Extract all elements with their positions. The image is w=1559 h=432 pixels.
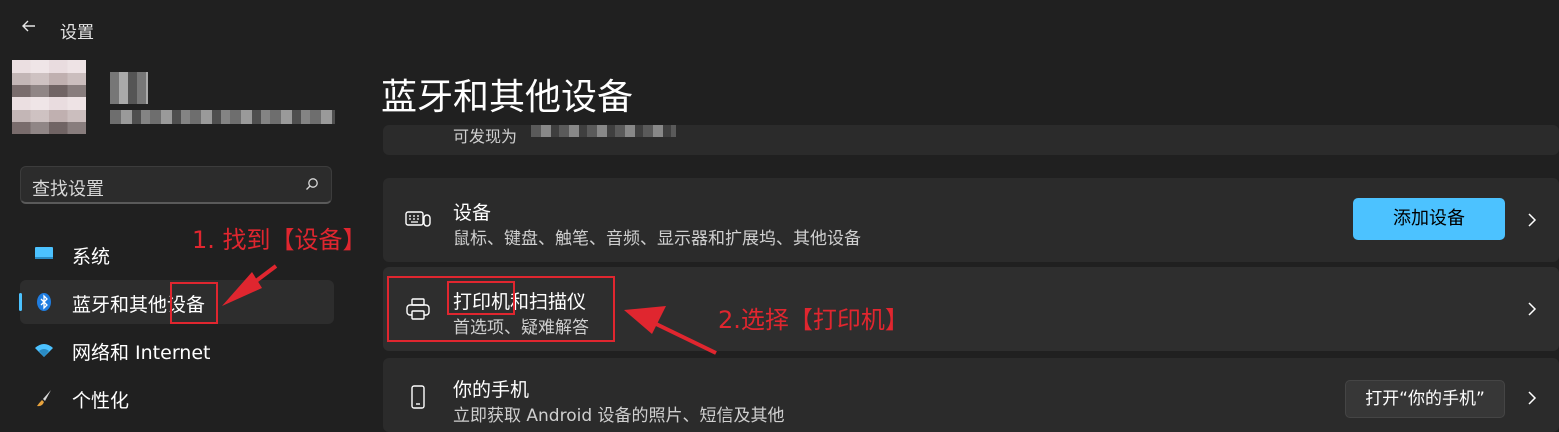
sidebar-item-network[interactable]: 网络和 Internet (20, 328, 334, 372)
phone-desc: 立即获取 Android 设备的照片、短信及其他 (453, 406, 785, 426)
open-your-phone-button[interactable]: 打开“你的手机” (1345, 380, 1505, 418)
discoverable-label: 可发现为 (453, 127, 518, 146)
back-arrow-icon (22, 20, 35, 32)
keyboard-mouse-icon (405, 211, 431, 227)
sidebar-item-personalization[interactable]: 个性化 (20, 376, 334, 420)
user-name-blurred (110, 72, 148, 104)
phone-icon (411, 385, 425, 409)
avatar[interactable] (12, 60, 86, 134)
annotation-step2: 2.选择【打印机】 (718, 306, 909, 334)
devices-title: 设备 (453, 202, 492, 224)
brush-icon (37, 390, 51, 407)
chevron-right-icon[interactable] (1527, 390, 1537, 406)
devices-desc: 鼠标、键盘、触笔、音频、显示器和扩展坞、其他设备 (453, 229, 861, 249)
chevron-right-icon[interactable] (1527, 301, 1537, 317)
sidebar-nav: 系统 蓝牙和其他设备 网络和 Internet 个性化 (19, 232, 334, 424)
search-icon[interactable] (305, 177, 319, 191)
annotation-box-printer-word (447, 281, 515, 315)
search-input[interactable]: 查找设置 (20, 166, 332, 204)
active-indicator (19, 293, 22, 311)
chevron-right-icon[interactable] (1527, 212, 1537, 228)
device-name-blurred (531, 125, 676, 137)
search-placeholder: 查找设置 (32, 179, 104, 200)
monitor-icon (35, 247, 53, 259)
phone-title: 你的手机 (453, 379, 530, 401)
annotation-box-devices (170, 282, 218, 324)
devices-row[interactable]: 设备 鼠标、键盘、触笔、音频、显示器和扩展坞、其他设备 添加设备 (383, 178, 1559, 262)
sidebar-item-label: 系统 (72, 246, 111, 268)
page-title: 蓝牙和其他设备 (381, 77, 634, 118)
sidebar-item-label: 个性化 (72, 390, 130, 412)
add-device-button[interactable]: 添加设备 (1353, 198, 1505, 240)
bluetooth-icon (37, 293, 51, 311)
sidebar-item-label: 网络和 Internet (72, 342, 211, 364)
your-phone-row[interactable]: 你的手机 立即获取 Android 设备的照片、短信及其他 打开“你的手机” (383, 358, 1559, 432)
annotation-step1: 1. 找到【设备】 (192, 226, 367, 254)
title-bar: 设置 (0, 0, 1559, 60)
wifi-icon (35, 344, 53, 357)
back-button[interactable] (18, 16, 40, 38)
user-email-blurred (110, 110, 335, 124)
app-title: 设置 (60, 23, 94, 43)
discoverable-card: 可发现为 (383, 125, 1559, 155)
